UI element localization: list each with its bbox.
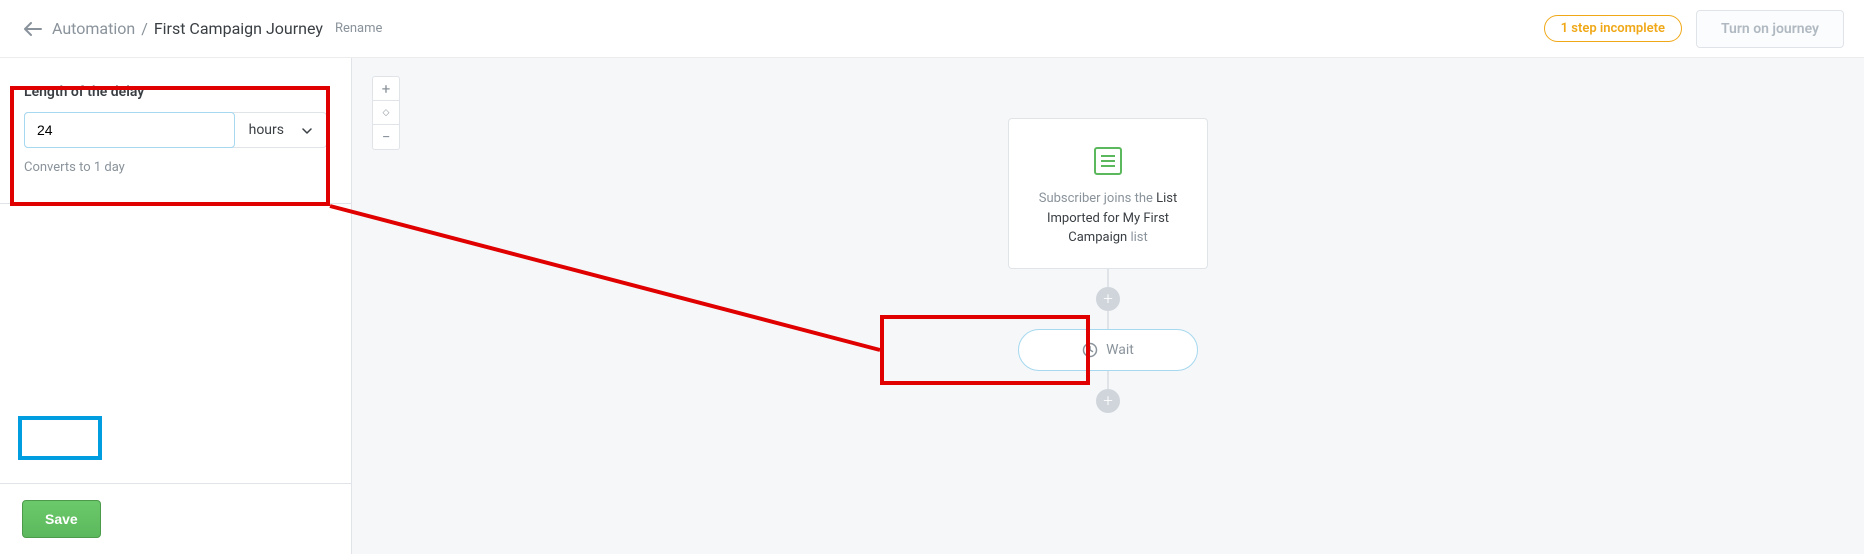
list-icon (1094, 147, 1122, 175)
delay-form: Length of the delay hours Converts to 1 … (0, 58, 351, 204)
zoom-out-button[interactable]: − (373, 125, 399, 149)
sidebar: Length of the delay hours Converts to 1 … (0, 58, 352, 554)
sidebar-footer: Save (0, 483, 351, 554)
add-step-button[interactable]: + (1096, 389, 1120, 413)
delay-unit-select[interactable]: hours (235, 113, 326, 147)
delay-input-row: hours (24, 112, 327, 148)
delay-value-input[interactable] (24, 112, 235, 148)
plus-icon: + (382, 80, 391, 98)
chevron-down-icon (302, 124, 312, 137)
save-button[interactable]: Save (22, 500, 101, 538)
body: Length of the delay hours Converts to 1 … (0, 58, 1864, 554)
delay-help-text: Converts to 1 day (24, 160, 327, 175)
turn-on-journey-button[interactable]: Turn on journey (1696, 10, 1844, 48)
delay-length-label: Length of the delay (24, 84, 327, 100)
back-arrow-icon[interactable] (24, 22, 42, 36)
connector-line (1107, 311, 1109, 329)
status-pill-incomplete[interactable]: 1 step incomplete (1544, 15, 1682, 42)
rename-link[interactable]: Rename (335, 21, 382, 36)
diamond-icon: ◇ (383, 108, 390, 118)
journey-flow: Subscriber joins the List Imported for M… (958, 118, 1258, 413)
trigger-node-text: Subscriber joins the List Imported for M… (1023, 189, 1193, 248)
journey-canvas[interactable]: + ◇ − Subscriber joins the List Imported… (352, 58, 1864, 554)
add-step-button[interactable]: + (1096, 287, 1120, 311)
breadcrumb-root[interactable]: Automation (52, 19, 135, 38)
zoom-fit-button[interactable]: ◇ (373, 101, 399, 125)
delay-unit-label: hours (249, 122, 284, 138)
clock-icon (1082, 342, 1098, 358)
zoom-controls: + ◇ − (372, 76, 400, 150)
header: Automation / First Campaign Journey Rena… (0, 0, 1864, 58)
connector-line (1107, 371, 1109, 389)
breadcrumb-separator: / (141, 19, 148, 38)
wait-node-label: Wait (1106, 342, 1134, 358)
wait-node[interactable]: Wait (1018, 329, 1198, 371)
plus-icon: + (1103, 289, 1113, 309)
zoom-in-button[interactable]: + (373, 77, 399, 101)
breadcrumb-current: First Campaign Journey (154, 19, 323, 38)
trigger-node[interactable]: Subscriber joins the List Imported for M… (1008, 118, 1208, 269)
plus-icon: + (1103, 391, 1113, 411)
connector-line (1107, 269, 1109, 287)
minus-icon: − (382, 128, 391, 146)
